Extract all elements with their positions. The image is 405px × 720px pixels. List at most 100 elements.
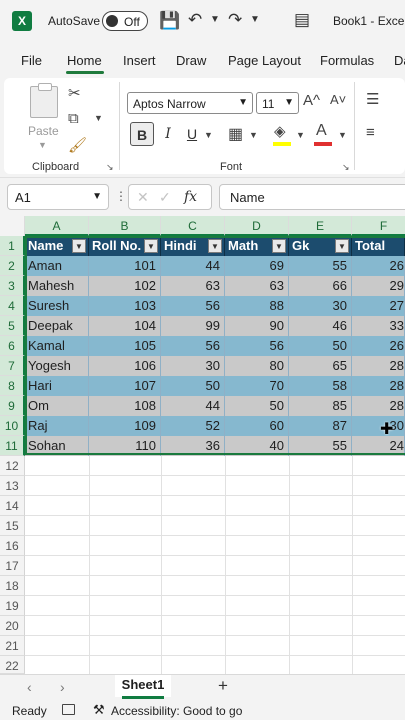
table-cell[interactable]: 65: [289, 356, 352, 376]
row-header[interactable]: 17: [0, 556, 25, 576]
row-header[interactable]: 12: [0, 456, 25, 476]
table-cell[interactable]: 44: [161, 256, 225, 276]
row-header[interactable]: 2: [0, 256, 25, 276]
column-header-b[interactable]: B: [89, 216, 161, 236]
table-cell[interactable]: 106: [89, 356, 161, 376]
table-header-cell[interactable]: Gk ▼: [289, 236, 352, 256]
table-cell[interactable]: 110: [89, 436, 161, 456]
chevron-right-icon[interactable]: ›: [60, 679, 65, 695]
table-cell[interactable]: Suresh: [25, 296, 89, 316]
table-cell[interactable]: 29: [352, 276, 405, 296]
autosave-toggle[interactable]: Off: [102, 11, 148, 31]
sheet-tab-sheet1[interactable]: Sheet1: [115, 675, 171, 697]
table-cell[interactable]: Hari: [25, 376, 89, 396]
accessibility-status[interactable]: Accessibility: Good to go: [111, 704, 242, 718]
tab-data[interactable]: Da: [394, 53, 405, 68]
table-cell[interactable]: 90: [225, 316, 289, 336]
table-header-cell[interactable]: Total: [352, 236, 405, 256]
table-cell[interactable]: 87: [289, 416, 352, 436]
enter-icon[interactable]: ✓: [159, 189, 171, 206]
column-header-a[interactable]: A: [25, 216, 89, 236]
accessibility-icon[interactable]: ⚒: [93, 702, 105, 718]
more-options-icon[interactable]: ⋮: [115, 189, 127, 203]
tab-home[interactable]: Home: [67, 53, 102, 68]
filter-dropdown-icon[interactable]: ▼: [72, 239, 86, 253]
row-header[interactable]: 11: [0, 436, 25, 456]
table-cell[interactable]: 40: [225, 436, 289, 456]
table-cell[interactable]: 88: [225, 296, 289, 316]
table-cell[interactable]: 104: [89, 316, 161, 336]
customize-icon[interactable]: ▤: [294, 10, 310, 30]
insert-function-icon[interactable]: fx: [184, 189, 197, 205]
table-cell[interactable]: 60: [225, 416, 289, 436]
select-all-corner[interactable]: [0, 216, 25, 236]
underline-button[interactable]: U: [184, 122, 200, 146]
table-cell[interactable]: 103: [89, 296, 161, 316]
table-cell[interactable]: 50: [289, 336, 352, 356]
table-cell[interactable]: 28: [352, 396, 405, 416]
table-cell[interactable]: 30: [161, 356, 225, 376]
bold-button[interactable]: B: [130, 122, 154, 146]
table-cell[interactable]: 30: [289, 296, 352, 316]
table-header-cell[interactable]: Hindi ▼: [161, 236, 225, 256]
table-cell[interactable]: 26: [352, 256, 405, 276]
table-cell[interactable]: 56: [225, 336, 289, 356]
increase-font-size-icon[interactable]: A^: [303, 92, 320, 109]
paste-icon[interactable]: [30, 83, 58, 118]
table-cell[interactable]: 27: [352, 296, 405, 316]
table-cell[interactable]: 28: [352, 376, 405, 396]
font-launcher-icon[interactable]: ↘: [342, 162, 350, 173]
italic-button[interactable]: I: [160, 122, 176, 146]
redo-dropdown-icon[interactable]: ▼: [250, 14, 260, 25]
row-header[interactable]: 7: [0, 356, 25, 376]
undo-dropdown-icon[interactable]: ▼: [210, 14, 220, 25]
table-cell[interactable]: 80: [225, 356, 289, 376]
copy-icon[interactable]: ⧉: [68, 110, 79, 127]
row-header[interactable]: 20: [0, 616, 25, 636]
decrease-font-size-icon[interactable]: A˅: [330, 92, 346, 107]
font-color-dropdown-icon[interactable]: ▼: [338, 130, 347, 140]
table-cell[interactable]: 46: [289, 316, 352, 336]
row-header[interactable]: 10: [0, 416, 25, 436]
row-header[interactable]: 22: [0, 656, 25, 674]
fill-color-dropdown-icon[interactable]: ▼: [296, 130, 305, 140]
row-header[interactable]: 13: [0, 476, 25, 496]
row-header[interactable]: 6: [0, 336, 25, 356]
row-header[interactable]: 9: [0, 396, 25, 416]
fill-color-icon[interactable]: ◈: [274, 122, 286, 140]
font-size-select[interactable]: 11 ▼: [256, 92, 299, 114]
column-header-f[interactable]: F: [352, 216, 405, 236]
table-cell[interactable]: Yogesh: [25, 356, 89, 376]
table-cell[interactable]: 36: [161, 436, 225, 456]
cut-icon[interactable]: ✂: [68, 84, 81, 102]
row-header[interactable]: 21: [0, 636, 25, 656]
table-cell[interactable]: 69: [225, 256, 289, 276]
table-cell[interactable]: 56: [161, 296, 225, 316]
table-cell[interactable]: 24: [352, 436, 405, 456]
underline-dropdown-icon[interactable]: ▼: [204, 130, 213, 140]
table-header-cell[interactable]: Roll No. ▼: [89, 236, 161, 256]
row-header[interactable]: 3: [0, 276, 25, 296]
table-cell[interactable]: Sohan: [25, 436, 89, 456]
table-header-cell[interactable]: Name ▼: [25, 236, 89, 256]
table-cell[interactable]: 107: [89, 376, 161, 396]
table-header-cell[interactable]: Math ▼: [225, 236, 289, 256]
cancel-icon[interactable]: ✕: [137, 189, 149, 206]
align-left-icon[interactable]: ≡: [366, 124, 375, 141]
table-cell[interactable]: 63: [161, 276, 225, 296]
copy-dropdown-icon[interactable]: ▼: [94, 113, 103, 123]
table-cell[interactable]: Om: [25, 396, 89, 416]
table-cell[interactable]: 44: [161, 396, 225, 416]
filter-dropdown-icon[interactable]: ▼: [335, 239, 349, 253]
redo-icon[interactable]: ↷: [228, 10, 242, 30]
table-cell[interactable]: Raj: [25, 416, 89, 436]
table-cell[interactable]: 85: [289, 396, 352, 416]
table-cell[interactable]: 105: [89, 336, 161, 356]
filter-dropdown-icon[interactable]: ▼: [208, 239, 222, 253]
table-cell[interactable]: 102: [89, 276, 161, 296]
row-header[interactable]: 16: [0, 536, 25, 556]
tab-page-layout[interactable]: Page Layout: [228, 53, 301, 68]
tab-insert[interactable]: Insert: [123, 53, 156, 68]
table-cell[interactable]: Aman: [25, 256, 89, 276]
row-header[interactable]: 4: [0, 296, 25, 316]
